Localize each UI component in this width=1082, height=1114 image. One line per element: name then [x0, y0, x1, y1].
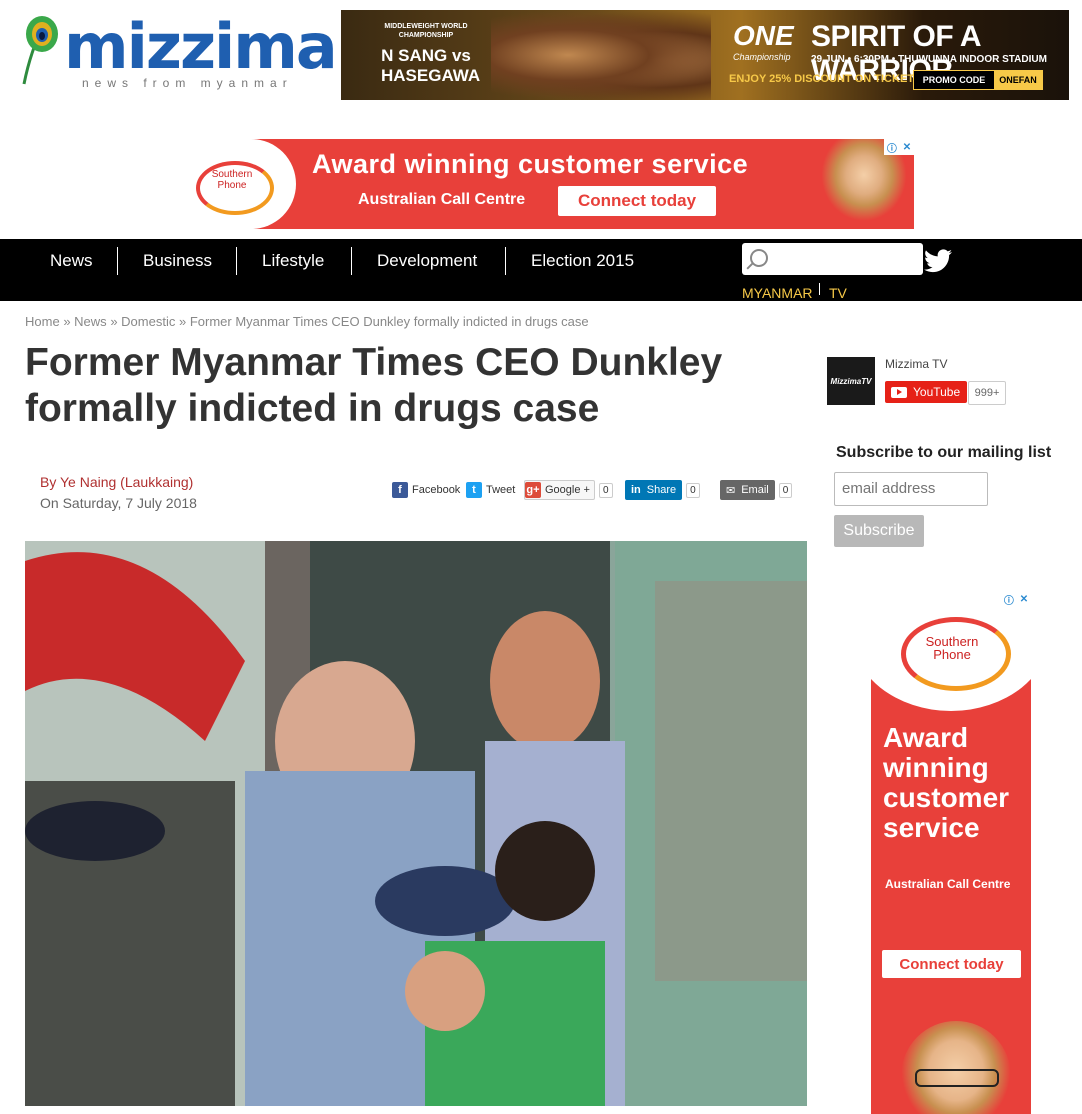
article-byline[interactable]: By Ye Naing (Laukkaing) [40, 474, 193, 490]
breadcrumb-domestic[interactable]: Domestic [121, 314, 175, 329]
mailing-list-title: Subscribe to our mailing list [836, 444, 1052, 461]
adchoices-icon[interactable]: ⓘ ✕ [884, 139, 914, 155]
search-input[interactable] [780, 247, 920, 271]
youtube-label: YouTube [913, 385, 961, 399]
nav-divider [236, 247, 237, 275]
logo-tagline: news from myanmar [82, 76, 293, 90]
article-title: Former Myanmar Times CEO Dunkley formall… [25, 341, 723, 430]
logo-wordmark: mizzima [64, 10, 338, 83]
breadcrumb-separator: » [110, 314, 118, 329]
linkedin-pill: in Share [625, 480, 683, 500]
subscriber-count: 999+ [968, 381, 1006, 405]
facebook-share-button[interactable]: f Facebook [392, 479, 460, 501]
ad-subtitle: Australian Call Centre [358, 191, 526, 208]
article-photo [25, 541, 807, 1106]
ad-logo: Southern Phone [925, 634, 979, 662]
nav-divider [351, 247, 352, 275]
google-plus-pill: g+ Google + [524, 480, 595, 500]
breadcrumb: Home » News » Domestic » Former Myanmar … [25, 314, 589, 329]
linkedin-share-button[interactable]: in Share 0 [625, 479, 700, 501]
connect-today-button[interactable]: Connect today [558, 186, 716, 216]
linkedin-label: Share [646, 484, 677, 496]
site-logo[interactable]: mizzima news from myanmar [14, 14, 338, 94]
ad-promo-code: PROMO CODE ONEFAN [913, 70, 1043, 90]
email-pill: ✉ Email [720, 480, 775, 500]
nav-item-development[interactable]: Development [377, 239, 477, 283]
ad-brand: ONE [733, 20, 794, 51]
envelope-icon: ✉ [726, 484, 736, 497]
mid-banner-ad[interactable]: Southern Phone Award winning customer se… [186, 139, 914, 229]
side-banner-ad[interactable]: Southern Phone Award winning customer se… [871, 591, 1031, 1114]
linkedin-count: 0 [686, 482, 700, 498]
tweet-button[interactable]: t Tweet [466, 479, 515, 501]
court-scene-image [25, 541, 807, 1106]
ad-subtitle: Australian Call Centre [885, 877, 1011, 891]
twitter-bird-icon [924, 249, 952, 273]
ad-discount: ENJOY 25% DISCOUNT ON TICKETS [729, 73, 922, 85]
linkedin-icon: in [631, 484, 641, 496]
youtube-subscribe-button[interactable]: YouTube [885, 381, 967, 403]
nav-item-news[interactable]: News [50, 239, 93, 283]
ad-fighters: N SANG vs HASEGAWA [381, 46, 481, 85]
peacock-feather-icon [22, 16, 58, 85]
search-icon[interactable] [750, 249, 768, 267]
nav-divider [505, 247, 506, 275]
tweet-label: Tweet [486, 484, 516, 496]
main-nav: News Business Lifestyle Development Elec… [0, 239, 1082, 301]
breadcrumb-current: Former Myanmar Times CEO Dunkley formall… [189, 314, 589, 329]
ad-person-image [901, 1021, 1011, 1114]
tv-link[interactable]: TV [829, 285, 847, 301]
breadcrumb-separator: » [178, 314, 187, 329]
article-date: On Saturday, 7 July 2018 [40, 495, 197, 511]
email-label: Email [741, 484, 769, 496]
subscribe-button[interactable]: Subscribe [834, 515, 924, 547]
top-banner-ad[interactable]: MIDDLEWEIGHT WORLD CHAMPIONSHIP N SANG v… [341, 10, 1069, 100]
google-plus-count: 0 [598, 482, 613, 498]
promo-code: ONEFAN [994, 71, 1042, 89]
adchoices-icon[interactable]: ⓘ ✕ [1001, 591, 1031, 607]
mtv-divider [819, 283, 820, 295]
email-field[interactable] [835, 473, 984, 503]
connect-today-button[interactable]: Connect today [882, 950, 1021, 978]
email-count: 0 [778, 482, 793, 498]
breadcrumb-home[interactable]: Home [25, 314, 60, 329]
promo-label: PROMO CODE [914, 71, 994, 89]
ad-logo: Southern Phone [211, 169, 253, 191]
ad-date: 29 JUN • 6:30PM • THUWUNNA INDOOR STADIU… [811, 54, 1047, 65]
facebook-icon: f [392, 482, 408, 498]
ad-logo-panel: Southern Phone [186, 139, 296, 229]
ad-brand-sub: Championship [733, 52, 791, 62]
twitter-icon: t [466, 482, 482, 498]
google-plus-icon: g+ [525, 482, 541, 498]
youtube-play-icon [891, 386, 907, 398]
channel-logo[interactable]: MizzimaTV [827, 357, 875, 405]
ad-event-label: MIDDLEWEIGHT WORLD CHAMPIONSHIP [384, 23, 468, 39]
myanmar-tv-link[interactable]: MYANMAR [742, 285, 813, 301]
email-share-button[interactable]: ✉ Email 0 [720, 479, 793, 501]
nav-item-election-2015[interactable]: Election 2015 [531, 239, 634, 283]
google-plus-label: Google + [545, 484, 590, 496]
twitter-icon[interactable] [924, 249, 952, 279]
email-field-wrapper [834, 472, 988, 506]
channel-name[interactable]: Mizzima TV [885, 357, 947, 371]
breadcrumb-news[interactable]: News [74, 314, 107, 329]
nav-item-lifestyle[interactable]: Lifestyle [262, 239, 324, 283]
ad-headline: Award winning customer service [883, 722, 1010, 843]
search-box [742, 243, 923, 275]
fighters-image [491, 10, 711, 100]
nav-item-business[interactable]: Business [143, 239, 212, 283]
channel-logo-text: MizzimaTV [830, 376, 872, 386]
ad-headline: Award winning customer service [312, 149, 749, 179]
facebook-label: Facebook [412, 484, 461, 496]
nav-divider [117, 247, 118, 275]
glasses-shape [915, 1069, 999, 1087]
google-plus-share-button[interactable]: g+ Google + 0 [524, 479, 613, 501]
breadcrumb-separator: » [63, 314, 71, 329]
